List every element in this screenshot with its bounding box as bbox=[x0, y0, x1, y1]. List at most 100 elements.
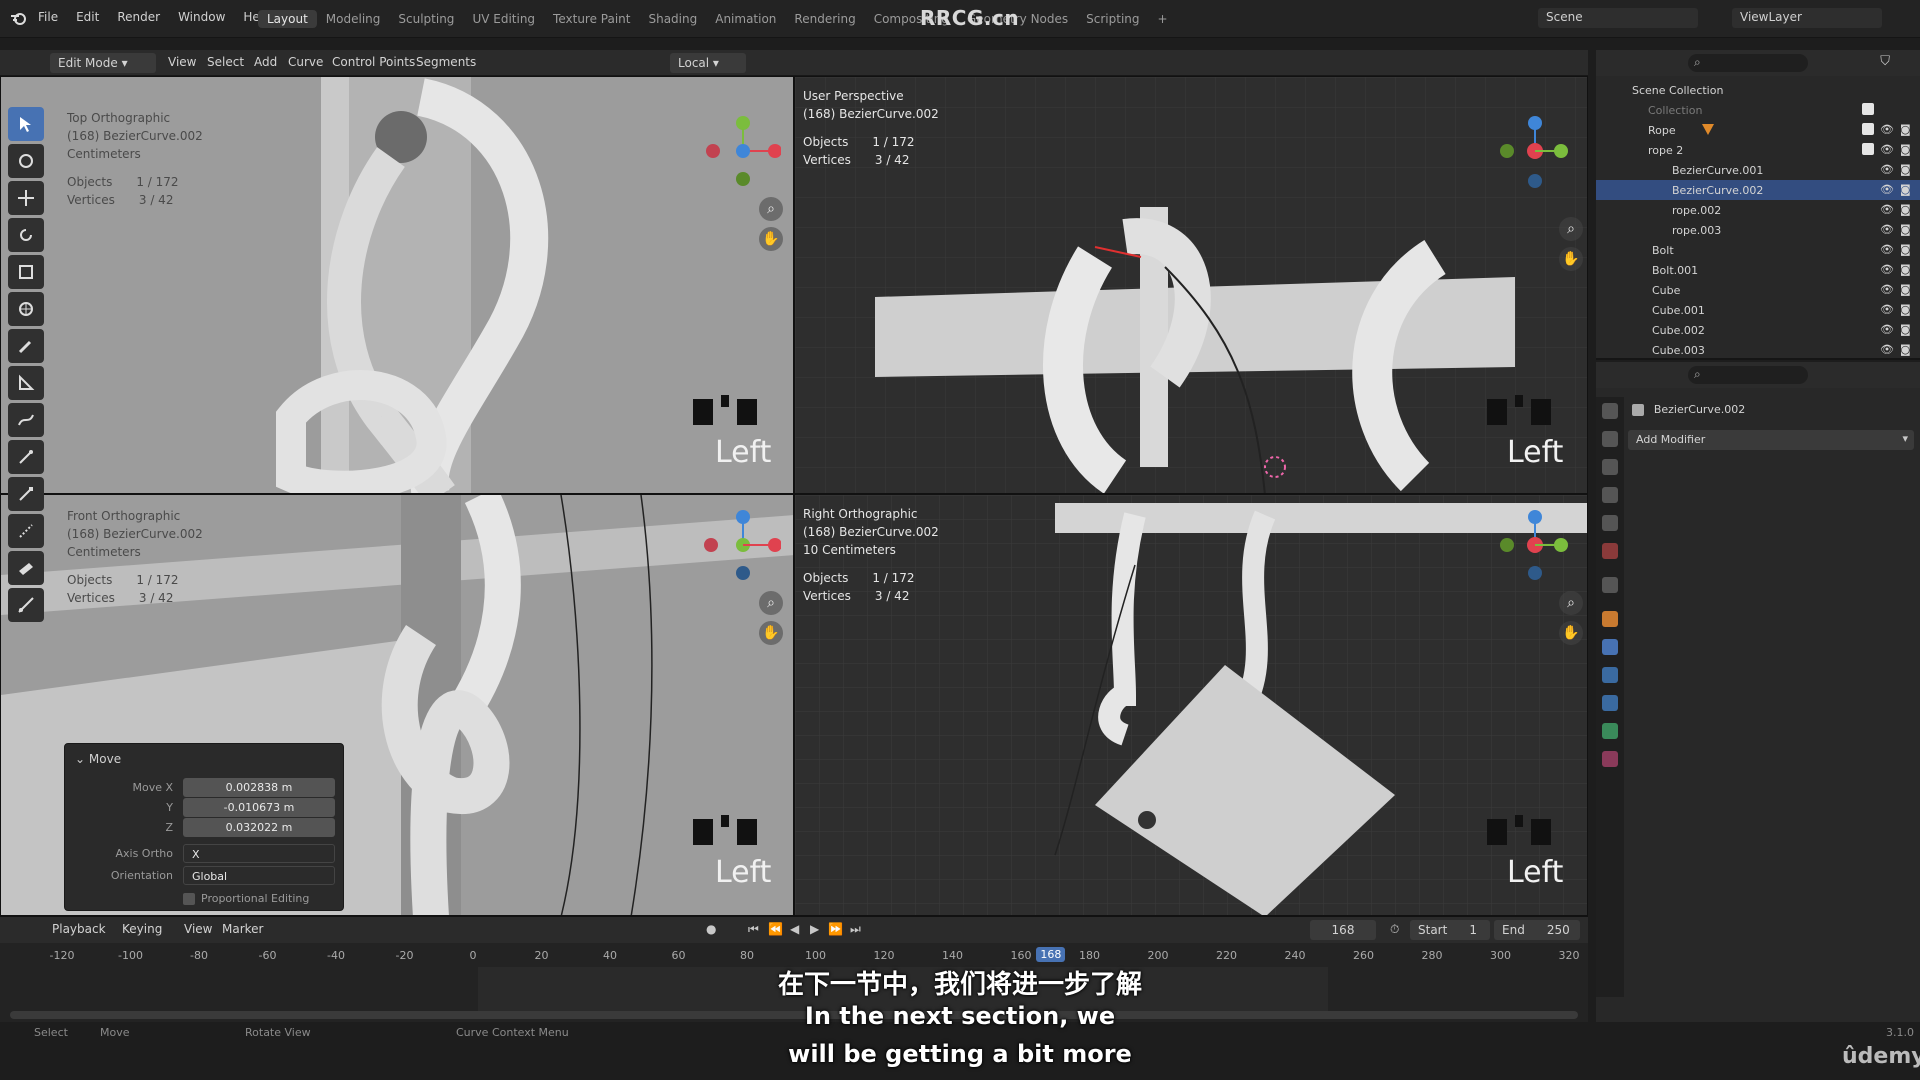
eye-icon[interactable]: 👁 bbox=[1880, 343, 1894, 356]
jump-start-icon[interactable]: ⏮ bbox=[748, 922, 759, 937]
camera-icon[interactable]: ◙ bbox=[1900, 183, 1912, 196]
eye-icon[interactable]: 👁 bbox=[1880, 283, 1894, 296]
navigation-gizmo[interactable] bbox=[701, 505, 781, 585]
tab-modeling[interactable]: Modeling bbox=[317, 10, 390, 28]
outliner-item-cube[interactable]: Cube 👁 ◙ bbox=[1596, 280, 1920, 300]
outliner-item-cube-001[interactable]: Cube.001 👁 ◙ bbox=[1596, 300, 1920, 320]
zoom-icon[interactable]: ⌕ bbox=[1559, 217, 1583, 241]
annotate-tool[interactable] bbox=[8, 329, 44, 363]
tab-rendering[interactable]: Rendering bbox=[785, 10, 864, 28]
outliner-item-bolt-001[interactable]: Bolt.001 👁 ◙ bbox=[1596, 260, 1920, 280]
eye-icon[interactable]: 👁 bbox=[1880, 323, 1894, 336]
menu-select[interactable]: Select bbox=[207, 55, 244, 69]
render-tab-icon[interactable] bbox=[1602, 431, 1618, 447]
axis-ortho-dropdown[interactable]: X bbox=[183, 844, 335, 863]
scene-tab-icon[interactable] bbox=[1602, 515, 1618, 531]
outliner-item-beziercurve-002[interactable]: BezierCurve.002 👁 ◙ bbox=[1596, 180, 1920, 200]
pen-tool[interactable] bbox=[8, 440, 44, 474]
tool-tab-icon[interactable] bbox=[1602, 403, 1618, 419]
record-icon[interactable]: ● bbox=[706, 922, 716, 936]
mode-dropdown[interactable]: Edit Mode ▾ bbox=[50, 53, 156, 73]
outliner-item-cube-002[interactable]: Cube.002 👁 ◙ bbox=[1596, 320, 1920, 340]
menu-file[interactable]: File bbox=[38, 10, 58, 24]
pan-hand-icon[interactable]: ✋ bbox=[759, 621, 783, 645]
scene-selector[interactable]: Scene bbox=[1538, 8, 1698, 28]
end-frame-field[interactable]: End 250 bbox=[1494, 920, 1580, 940]
tab-shading[interactable]: Shading bbox=[639, 10, 706, 28]
next-key-icon[interactable]: ⏩ bbox=[828, 922, 843, 936]
menu-view[interactable]: View bbox=[184, 922, 212, 936]
particles-tab-icon[interactable] bbox=[1602, 667, 1618, 683]
menu-render[interactable]: Render bbox=[117, 10, 160, 24]
cursor-tool[interactable] bbox=[8, 144, 44, 178]
camera-icon[interactable]: ◙ bbox=[1900, 203, 1912, 216]
outliner-item-beziercurve-001[interactable]: BezierCurve.001 👁 ◙ bbox=[1596, 160, 1920, 180]
current-frame-field[interactable]: 168 bbox=[1310, 920, 1376, 940]
camera-icon[interactable]: ◙ bbox=[1900, 143, 1912, 156]
radius-tool[interactable] bbox=[8, 514, 44, 548]
exclude-checkbox[interactable] bbox=[1862, 143, 1874, 155]
eye-icon[interactable]: 👁 bbox=[1880, 123, 1894, 136]
extrude-tool[interactable] bbox=[8, 477, 44, 511]
move-tool[interactable] bbox=[8, 181, 44, 215]
zoom-icon[interactable]: ⌕ bbox=[759, 591, 783, 615]
tilt-tool[interactable] bbox=[8, 551, 44, 585]
modifier-wrench-icon[interactable] bbox=[1602, 639, 1618, 655]
navigation-gizmo[interactable] bbox=[1495, 111, 1585, 191]
randomize-tool[interactable] bbox=[8, 588, 44, 622]
viewlayer-selector[interactable]: ViewLayer bbox=[1732, 8, 1882, 28]
measure-tool[interactable] bbox=[8, 366, 44, 400]
eye-icon[interactable]: 👁 bbox=[1880, 203, 1894, 216]
outliner-scene-collection[interactable]: Scene Collection bbox=[1596, 80, 1920, 100]
move-x-field[interactable]: 0.002838 m bbox=[183, 778, 335, 797]
draw-tool[interactable] bbox=[8, 403, 44, 437]
tab-uv-editing[interactable]: UV Editing bbox=[463, 10, 544, 28]
stopwatch-icon[interactable]: ⏱ bbox=[1390, 922, 1399, 937]
jump-end-icon[interactable]: ⏭ bbox=[850, 922, 861, 937]
exclude-checkbox[interactable] bbox=[1862, 123, 1874, 135]
menu-add[interactable]: Add bbox=[254, 55, 277, 69]
play-icon[interactable]: ▶ bbox=[810, 922, 819, 936]
move-z-field[interactable]: 0.032022 m bbox=[183, 818, 335, 837]
menu-curve[interactable]: Curve bbox=[288, 55, 323, 69]
camera-icon[interactable]: ◙ bbox=[1900, 343, 1912, 356]
tab-scripting[interactable]: Scripting bbox=[1077, 10, 1148, 28]
eye-icon[interactable]: 👁 bbox=[1880, 243, 1894, 256]
move-panel-title[interactable]: ⌄ Move bbox=[75, 752, 121, 766]
viewport-top-left[interactable]: Top Orthographic (168) BezierCurve.002 C… bbox=[0, 76, 794, 494]
navigation-gizmo[interactable] bbox=[701, 111, 781, 191]
pan-hand-icon[interactable]: ✋ bbox=[1559, 247, 1583, 271]
prev-key-icon[interactable]: ⏪ bbox=[768, 922, 783, 936]
menu-marker[interactable]: Marker bbox=[222, 922, 263, 936]
scale-tool[interactable] bbox=[8, 255, 44, 289]
menu-keying[interactable]: Keying bbox=[122, 922, 162, 936]
select-tool[interactable] bbox=[8, 107, 44, 141]
camera-icon[interactable]: ◙ bbox=[1900, 323, 1912, 336]
menu-control-points[interactable]: Control Points bbox=[332, 55, 415, 69]
menu-segments[interactable]: Segments bbox=[416, 55, 476, 69]
tab-layout[interactable]: Layout bbox=[258, 10, 317, 28]
camera-icon[interactable]: ◙ bbox=[1900, 223, 1912, 236]
eye-icon[interactable]: 👁 bbox=[1880, 163, 1894, 176]
blender-logo-icon[interactable] bbox=[10, 9, 28, 27]
object-tab-icon[interactable] bbox=[1602, 611, 1618, 627]
eye-icon[interactable]: 👁 bbox=[1880, 263, 1894, 276]
camera-icon[interactable]: ◙ bbox=[1900, 243, 1912, 256]
zoom-icon[interactable]: ⌕ bbox=[1559, 591, 1583, 615]
properties-search-input[interactable]: ⌕ bbox=[1688, 366, 1808, 384]
eye-icon[interactable]: 👁 bbox=[1880, 223, 1894, 236]
material-tab-icon[interactable] bbox=[1602, 751, 1618, 767]
orientation-dropdown[interactable]: Global bbox=[183, 866, 335, 885]
current-frame-indicator[interactable]: 168 bbox=[1036, 947, 1066, 962]
collection-tab-icon[interactable] bbox=[1602, 577, 1618, 593]
output-tab-icon[interactable] bbox=[1602, 459, 1618, 475]
tab-sculpting[interactable]: Sculpting bbox=[389, 10, 463, 28]
navigation-gizmo[interactable] bbox=[1495, 505, 1585, 585]
add-workspace-button[interactable]: + bbox=[1149, 10, 1177, 28]
outliner-item-bolt[interactable]: Bolt 👁 ◙ bbox=[1596, 240, 1920, 260]
menu-edit[interactable]: Edit bbox=[76, 10, 99, 24]
viewport-bottom-right[interactable]: Right Orthographic (168) BezierCurve.002… bbox=[794, 494, 1588, 916]
outliner-item-rope-003[interactable]: rope.003 👁 ◙ bbox=[1596, 220, 1920, 240]
move-y-field[interactable]: -0.010673 m bbox=[183, 798, 335, 817]
tab-animation[interactable]: Animation bbox=[706, 10, 785, 28]
